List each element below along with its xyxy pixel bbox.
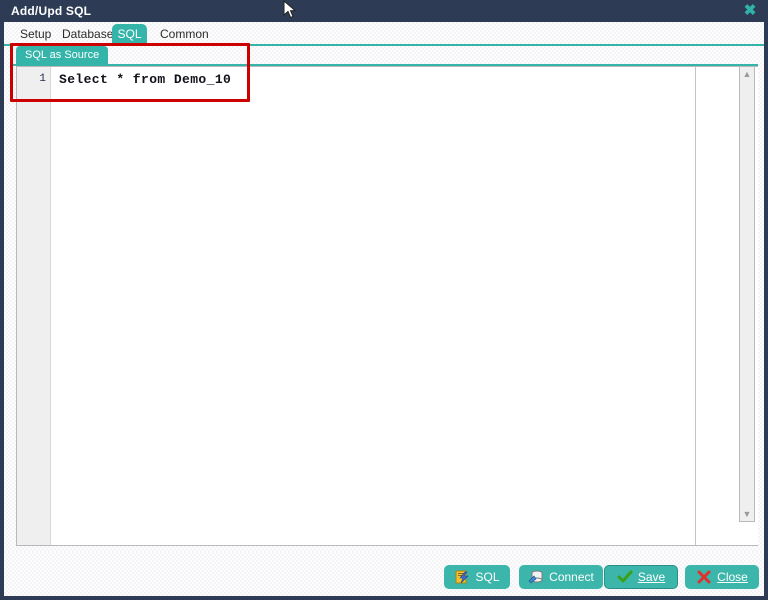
sql-button-label: SQL	[475, 570, 500, 584]
window-body: Setup Database SQL Common SQL as Source …	[4, 22, 764, 596]
database-connect-icon	[528, 570, 543, 584]
sql-editor-input[interactable]	[17, 67, 758, 545]
scroll-down-icon[interactable]: ▼	[740, 507, 754, 521]
editor-margin-line	[695, 67, 696, 545]
sql-lightning-icon	[455, 570, 469, 584]
editor-vertical-scrollbar[interactable]: ▲ ▼	[739, 66, 755, 522]
editor-gutter: 1	[17, 67, 51, 545]
window-close-icon[interactable]: ✖	[742, 3, 758, 19]
sql-button[interactable]: SQL	[444, 565, 510, 589]
footer-bar: SQL Connect Save Close	[4, 552, 764, 596]
connect-button[interactable]: Connect	[519, 565, 603, 589]
green-check-icon	[617, 570, 633, 583]
add-upd-sql-window: Add/Upd SQL ✖ Setup Database SQL Common …	[0, 0, 768, 600]
sql-code-text: Select * from Demo_10	[59, 72, 232, 87]
connect-button-label: Connect	[549, 570, 594, 584]
close-button-label: Close	[717, 570, 748, 584]
scroll-up-icon[interactable]: ▲	[740, 67, 754, 81]
tab-sql[interactable]: SQL	[112, 24, 147, 44]
save-button-label: Save	[637, 570, 666, 584]
close-button[interactable]: Close	[685, 565, 759, 589]
line-number: 1	[39, 73, 46, 85]
sub-tab-sql-as-source[interactable]: SQL as Source	[16, 46, 109, 64]
tab-setup[interactable]: Setup	[12, 24, 59, 44]
sql-source-panel: SQL as Source 1 Select * from Demo_10	[10, 46, 758, 546]
sql-editor[interactable]: 1 Select * from Demo_10	[16, 66, 758, 546]
window-title: Add/Upd SQL	[11, 4, 92, 18]
save-button[interactable]: Save	[604, 565, 678, 589]
title-bar: Add/Upd SQL ✖	[0, 0, 768, 22]
tab-common[interactable]: Common	[152, 24, 217, 44]
red-cross-icon	[697, 570, 711, 584]
main-tab-strip: Setup Database SQL Common	[4, 22, 764, 44]
